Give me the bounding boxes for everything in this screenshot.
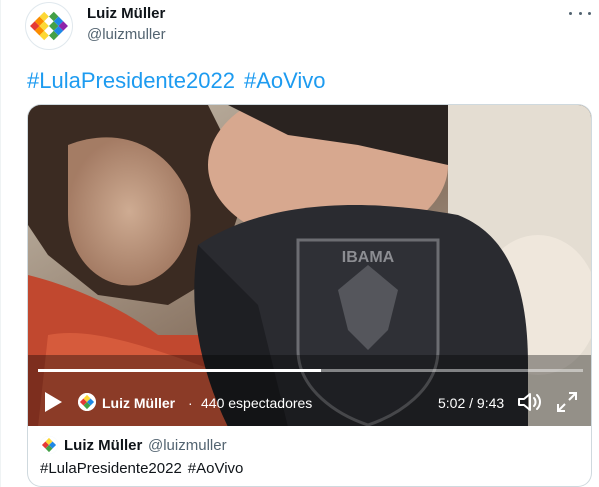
hashtag-link[interactable]: #AoVivo	[244, 68, 326, 93]
hashtag-link[interactable]: #LulaPresidente2022	[27, 68, 235, 93]
video-frame: IBAMA	[28, 105, 591, 426]
author-handle[interactable]: @luizmuller	[87, 26, 166, 43]
video-time: 5:02 / 9:43	[438, 395, 505, 411]
channel-name[interactable]: Luiz Müller	[102, 395, 175, 411]
quoted-author-name[interactable]: Luiz Müller	[64, 437, 142, 454]
quoted-author-avatar[interactable]	[40, 436, 58, 454]
volume-icon[interactable]	[516, 390, 542, 414]
channel-avatar[interactable]	[78, 393, 96, 411]
quoted-hashtag[interactable]: #AoVivo	[188, 460, 244, 477]
viewer-count: 440 espectadores	[201, 395, 313, 411]
quoted-tweet-text: #LulaPresidente2022 #AoVivo	[40, 460, 249, 477]
more-horizontal-icon[interactable]	[569, 4, 591, 22]
quoted-tweet[interactable]: Luiz Müller @luizmuller #LulaPresidente2…	[27, 424, 592, 487]
play-icon[interactable]	[42, 391, 64, 413]
quoted-author-handle[interactable]: @luizmuller	[148, 437, 227, 454]
video-player[interactable]: IBAMA Luiz Müller · 440 espectadores 5:0…	[27, 104, 592, 426]
patch-text: IBAMA	[342, 249, 395, 266]
fullscreen-icon[interactable]	[555, 390, 579, 414]
quoted-hashtag[interactable]: #LulaPresidente2022	[40, 460, 182, 477]
video-progress-bar[interactable]	[38, 369, 583, 372]
separator-dot: ·	[188, 395, 193, 411]
author-avatar[interactable]	[25, 2, 73, 50]
tweet-text: #LulaPresidente2022 #AoVivo	[27, 68, 335, 94]
author-name[interactable]: Luiz Müller	[87, 5, 165, 22]
tweet-card: Luiz Müller @luizmuller #LulaPresidente2…	[0, 0, 599, 487]
video-progress-fill	[38, 369, 322, 372]
